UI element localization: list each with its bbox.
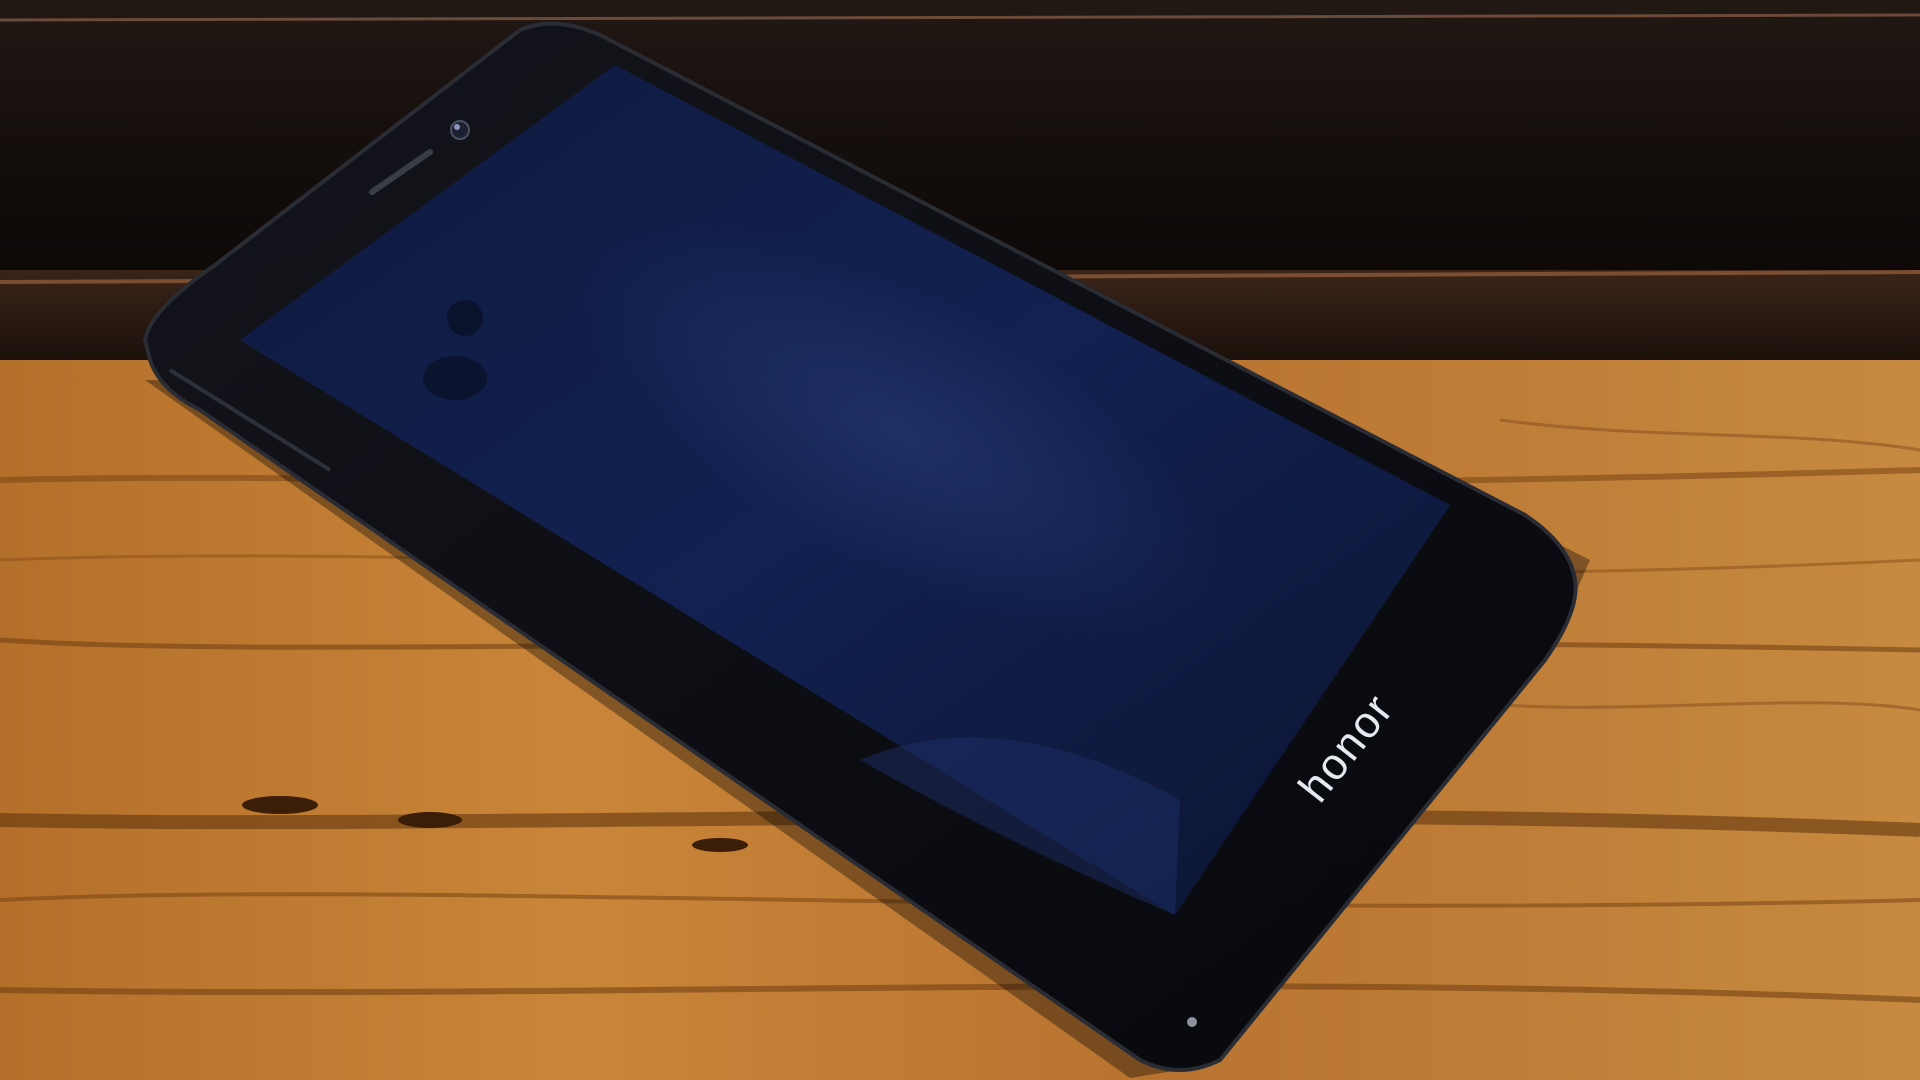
bezel-highlight (1187, 1017, 1197, 1027)
front-camera-icon (450, 120, 470, 140)
camera-lens-glint (454, 124, 460, 130)
scene-svg: honor (0, 0, 1920, 1080)
wood-knot (692, 838, 748, 852)
wood-knot (398, 812, 462, 828)
screen-reflection-spot (423, 356, 487, 400)
photo-scene: honor (0, 0, 1920, 1080)
wood-knot (242, 796, 318, 814)
screen-reflection-spot (447, 300, 483, 336)
